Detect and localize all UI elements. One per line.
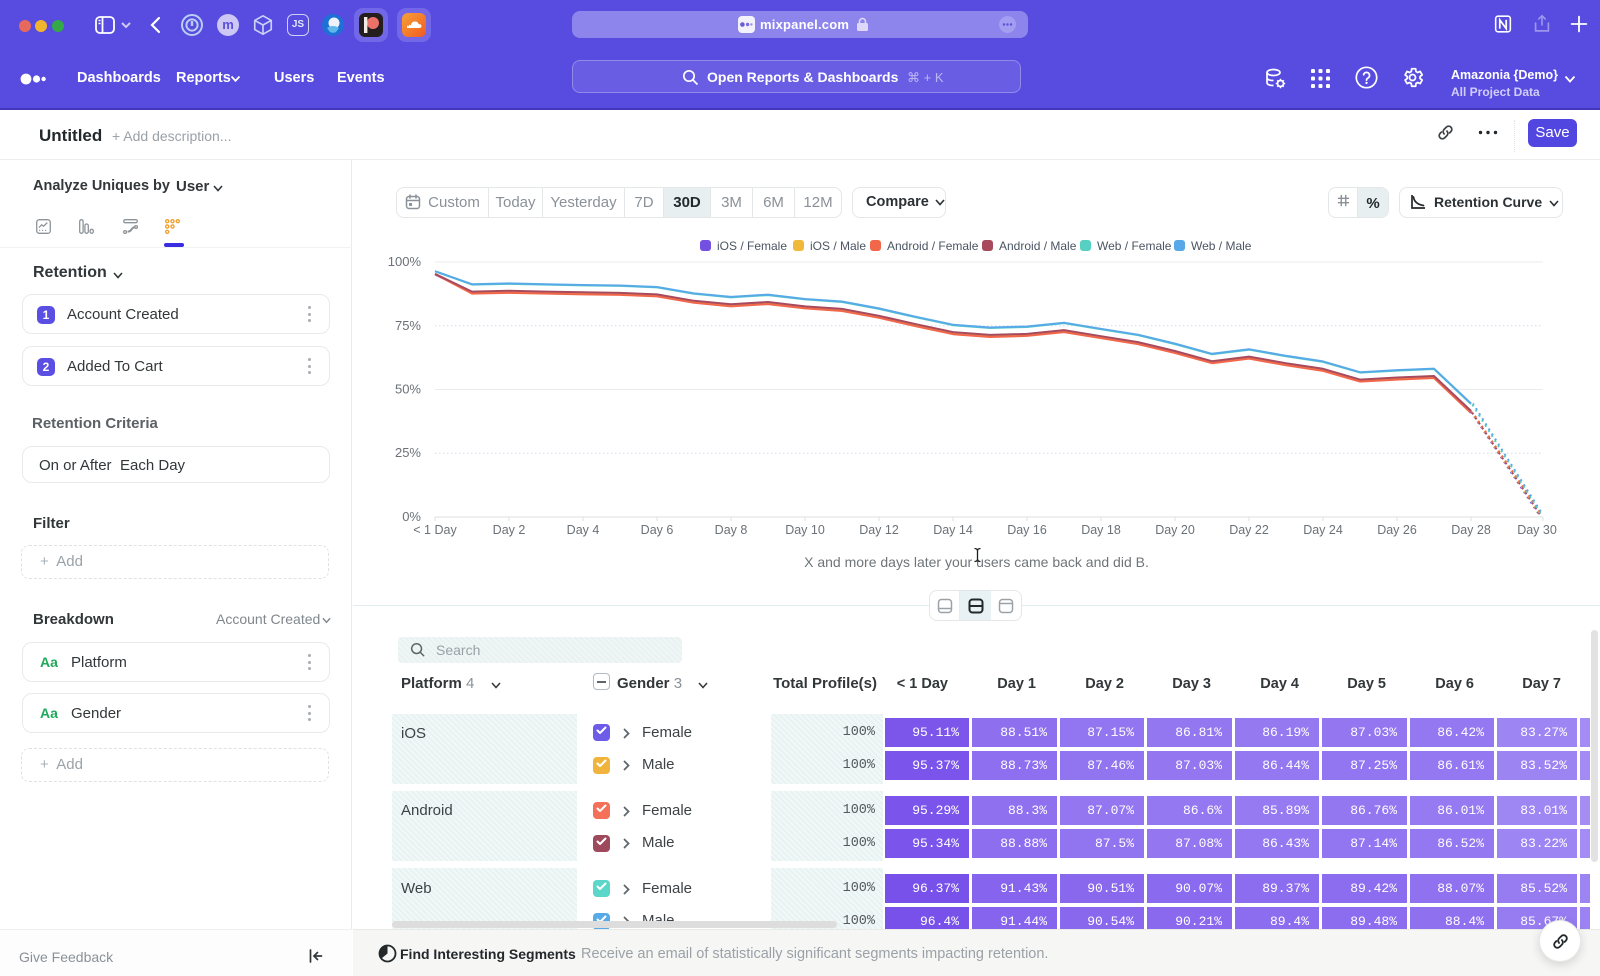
svg-text:Day 8: Day 8 [715,523,748,537]
svg-text:75%: 75% [395,318,421,333]
svg-text:0%: 0% [402,509,421,524]
svg-text:Day 10: Day 10 [785,523,825,537]
svg-text:Day 24: Day 24 [1303,523,1343,537]
svg-text:< 1 Day: < 1 Day [413,523,457,537]
svg-text:50%: 50% [395,382,421,397]
svg-text:Day 20: Day 20 [1155,523,1195,537]
svg-text:Day 14: Day 14 [933,523,973,537]
svg-text:Day 4: Day 4 [567,523,600,537]
svg-text:Day 12: Day 12 [859,523,899,537]
svg-text:Day 28: Day 28 [1451,523,1491,537]
svg-text:Day 30: Day 30 [1517,523,1557,537]
svg-text:100%: 100% [388,254,422,269]
svg-text:Day 18: Day 18 [1081,523,1121,537]
svg-text:Day 22: Day 22 [1229,523,1269,537]
svg-text:Day 16: Day 16 [1007,523,1047,537]
svg-text:25%: 25% [395,445,421,460]
svg-text:Day 26: Day 26 [1377,523,1417,537]
svg-text:Day 6: Day 6 [641,523,674,537]
svg-text:Day 2: Day 2 [493,523,526,537]
